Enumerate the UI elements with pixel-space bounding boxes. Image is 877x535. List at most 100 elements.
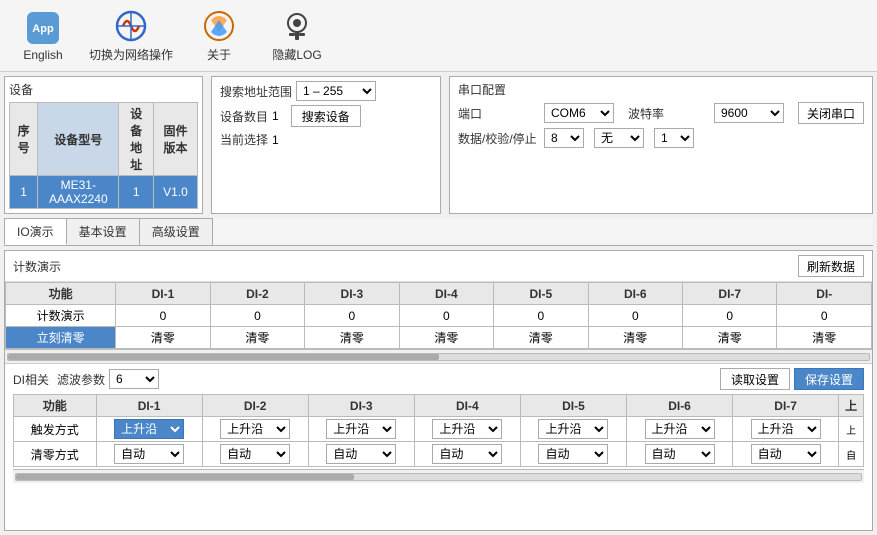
di-clear-2[interactable]: 自动手动 <box>202 442 308 467</box>
counter-val-4: 0 <box>399 305 493 327</box>
search-range-row: 搜索地址范围 1 – 255 1 – 127 1 – 63 <box>220 81 432 101</box>
clear-select-1[interactable]: 自动手动 <box>114 444 184 464</box>
di-clear-1[interactable]: 自动手动 <box>96 442 202 467</box>
counter-clear-8[interactable]: 清零 <box>777 327 872 349</box>
counter-col-di3: DI-3 <box>305 283 399 305</box>
counter-val-7: 0 <box>683 305 777 327</box>
tab-advanced-settings[interactable]: 高级设置 <box>139 218 213 245</box>
tab-io-demo[interactable]: IO演示 <box>4 218 67 245</box>
log-icon <box>279 8 315 44</box>
network-button[interactable]: 切换为网络操作 <box>86 6 176 66</box>
di-clear-7[interactable]: 自动手动 <box>733 442 839 467</box>
counter-col-di6: DI-6 <box>588 283 682 305</box>
clear-select-2[interactable]: 自动手动 <box>220 444 290 464</box>
di-clear-6[interactable]: 自动手动 <box>626 442 732 467</box>
device-address: 1 <box>119 176 154 209</box>
clear-select-7[interactable]: 自动手动 <box>751 444 821 464</box>
top-section: 设备 序号 设备型号 设备地址 固件版本 1 ME31-AAAX2240 1 <box>4 76 873 214</box>
counter-table: 功能 DI-1 DI-2 DI-3 DI-4 DI-5 DI-6 DI-7 DI… <box>5 282 872 349</box>
current-select-value: 1 <box>272 133 279 147</box>
di-col-di2: DI-2 <box>202 395 308 417</box>
parity-select[interactable]: 无奇偶 <box>594 128 644 148</box>
trigger-select-7[interactable]: 上升沿下降沿双边沿 <box>751 419 821 439</box>
di-col-di3: DI-3 <box>308 395 414 417</box>
english-button[interactable]: App English <box>8 6 78 66</box>
read-settings-button[interactable]: 读取设置 <box>720 368 790 390</box>
current-select-row: 当前选择 1 <box>220 131 432 148</box>
trigger-select-5[interactable]: 上升沿下降沿双边沿 <box>538 419 608 439</box>
network-icon <box>113 8 149 44</box>
counter-scrollbar-thumb <box>8 354 439 360</box>
trigger-select-6[interactable]: 上升沿下降沿双边沿 <box>645 419 715 439</box>
di-scrollbar-track[interactable] <box>15 473 862 481</box>
di-clear-3[interactable]: 自动手动 <box>308 442 414 467</box>
di-table: 功能 DI-1 DI-2 DI-3 DI-4 DI-5 DI-6 DI-7 上 <box>13 394 864 467</box>
counter-clear-3[interactable]: 清零 <box>305 327 399 349</box>
di-row-clear: 清零方式 自动手动 自动手动 <box>14 442 864 467</box>
counter-row-clear: 立刻清零 清零 清零 清零 清零 清零 清零 清零 清零 <box>6 327 872 349</box>
filter-select[interactable]: 61234578 <box>109 369 159 389</box>
di-scroll-area[interactable]: 功能 DI-1 DI-2 DI-3 DI-4 DI-5 DI-6 DI-7 上 <box>13 394 864 467</box>
counter-clear-6[interactable]: 清零 <box>588 327 682 349</box>
counter-clear-1[interactable]: 清零 <box>116 327 210 349</box>
di-trigger-4[interactable]: 上升沿下降沿双边沿 <box>414 417 520 442</box>
di-col-extra: 上 <box>839 395 864 417</box>
counter-scrollbar-track[interactable] <box>7 353 870 361</box>
counter-label-clear[interactable]: 立刻清零 <box>6 327 116 349</box>
search-devices-button[interactable]: 搜索设备 <box>291 105 361 127</box>
port-select[interactable]: COM6COM1COM2 <box>544 103 614 123</box>
close-port-button[interactable]: 关闭串口 <box>798 102 864 124</box>
di-trigger-3[interactable]: 上升沿下降沿双边沿 <box>308 417 414 442</box>
di-trigger-5[interactable]: 上升沿下降沿双边沿 <box>520 417 626 442</box>
di-row-trigger: 触发方式 上升沿下降沿双边沿 上升沿下降沿双边沿 <box>14 417 864 442</box>
trigger-select-3[interactable]: 上升沿下降沿双边沿 <box>326 419 396 439</box>
device-count-row: 设备数目 1 搜索设备 <box>220 105 432 127</box>
trigger-select-4[interactable]: 上升沿下降沿双边沿 <box>432 419 502 439</box>
counter-clear-4[interactable]: 清零 <box>399 327 493 349</box>
clear-select-4[interactable]: 自动手动 <box>432 444 502 464</box>
counter-clear-2[interactable]: 清零 <box>210 327 304 349</box>
device-row[interactable]: 1 ME31-AAAX2240 1 V1.0 <box>10 176 198 209</box>
device-panel-title: 设备 <box>9 81 198 98</box>
about-button[interactable]: 关于 <box>184 6 254 66</box>
stop-bits-select[interactable]: 12 <box>654 128 694 148</box>
clear-select-6[interactable]: 自动手动 <box>645 444 715 464</box>
counter-col-func: 功能 <box>6 283 116 305</box>
di-buttons: 读取设置 保存设置 <box>720 368 864 390</box>
svg-text:App: App <box>32 23 54 35</box>
tab-basic-settings[interactable]: 基本设置 <box>66 218 140 245</box>
di-scrollbar[interactable] <box>13 469 864 483</box>
clear-select-3[interactable]: 自动手动 <box>326 444 396 464</box>
counter-scrollbar[interactable] <box>5 349 872 363</box>
tab-content: 计数演示 刷新数据 功能 DI-1 DI-2 DI-3 DI-4 DI-5 DI… <box>4 250 873 531</box>
counter-header: 计数演示 刷新数据 <box>5 251 872 282</box>
di-trigger-label: 触发方式 <box>14 417 97 442</box>
di-trigger-6[interactable]: 上升沿下降沿双边沿 <box>626 417 732 442</box>
log-button[interactable]: 隐藏LOG <box>262 6 332 66</box>
di-trigger-2[interactable]: 上升沿下降沿双边沿 <box>202 417 308 442</box>
toolbar: App English 切换为网络操作 关于 <box>0 0 877 72</box>
di-trigger-1[interactable]: 上升沿下降沿双边沿 <box>96 417 202 442</box>
data-bits-select[interactable]: 87 <box>544 128 584 148</box>
col-address: 设备地址 <box>119 103 154 176</box>
counter-val-5: 0 <box>494 305 588 327</box>
clear-select-5[interactable]: 自动手动 <box>538 444 608 464</box>
baud-select[interactable]: 960011520038400 <box>714 103 784 123</box>
counter-scroll-area[interactable]: 功能 DI-1 DI-2 DI-3 DI-4 DI-5 DI-6 DI-7 DI… <box>5 282 872 349</box>
trigger-select-1[interactable]: 上升沿下降沿双边沿 <box>114 419 184 439</box>
current-select-label: 当前选择 <box>220 131 268 148</box>
di-clear-5[interactable]: 自动手动 <box>520 442 626 467</box>
trigger-select-2[interactable]: 上升沿下降沿双边沿 <box>220 419 290 439</box>
di-clear-4[interactable]: 自动手动 <box>414 442 520 467</box>
search-range-select[interactable]: 1 – 255 1 – 127 1 – 63 <box>296 81 376 101</box>
di-col-di6: DI-6 <box>626 395 732 417</box>
counter-col-di8: DI- <box>777 283 872 305</box>
refresh-button[interactable]: 刷新数据 <box>798 255 864 277</box>
counter-label-display: 计数演示 <box>6 305 116 327</box>
counter-clear-5[interactable]: 清零 <box>494 327 588 349</box>
di-clear-extra: 自 <box>839 442 864 467</box>
device-table: 序号 设备型号 设备地址 固件版本 1 ME31-AAAX2240 1 V1.0 <box>9 102 198 209</box>
di-trigger-7[interactable]: 上升沿下降沿双边沿 <box>733 417 839 442</box>
counter-clear-7[interactable]: 清零 <box>683 327 777 349</box>
save-settings-button[interactable]: 保存设置 <box>794 368 864 390</box>
